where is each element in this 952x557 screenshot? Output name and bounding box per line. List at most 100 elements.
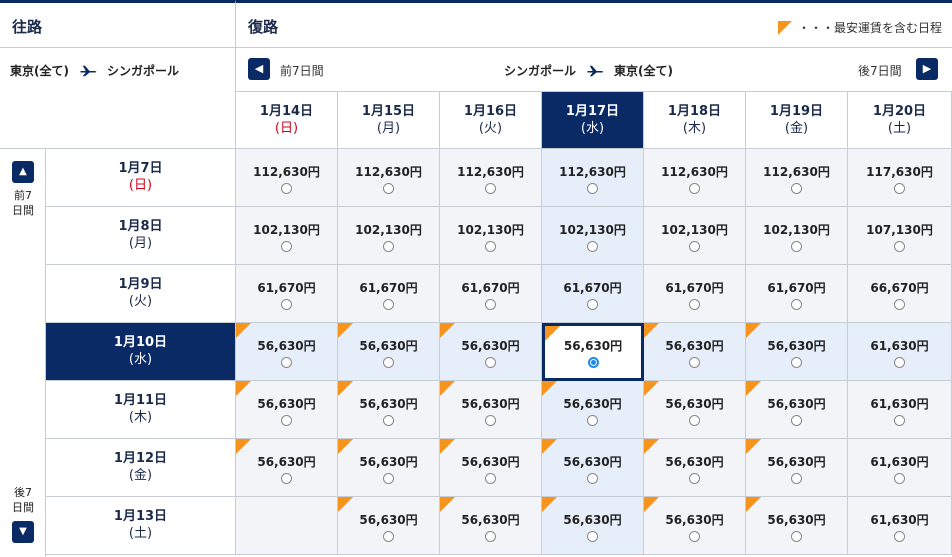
fare-radio[interactable]	[485, 241, 496, 252]
next-7-days-button[interactable]: ▶	[916, 58, 938, 80]
fare-cell[interactable]: 56,630円	[542, 381, 644, 439]
fare-cell[interactable]: 61,630円	[848, 381, 952, 439]
prev-7-days-up-button[interactable]: ▲	[12, 161, 34, 183]
prev-7-days-button[interactable]: ◀	[248, 58, 270, 80]
next-7-days-vertical-label[interactable]: 後7日間	[0, 485, 46, 515]
fare-cell[interactable]: 66,670円	[848, 265, 952, 323]
fare-radio[interactable]	[383, 531, 394, 542]
fare-radio[interactable]	[894, 473, 905, 484]
fare-cell[interactable]: 56,630円	[542, 497, 644, 555]
fare-cell[interactable]: 56,630円	[236, 381, 338, 439]
fare-cell[interactable]: 61,670円	[440, 265, 542, 323]
fare-radio[interactable]	[689, 357, 700, 368]
fare-cell[interactable]: 56,630円	[542, 323, 644, 381]
next-7-days-label[interactable]: 後7日間	[858, 62, 902, 79]
fare-radio[interactable]	[791, 357, 802, 368]
prev-7-days-vertical-label[interactable]: 前7日間	[0, 188, 46, 218]
fare-cell[interactable]: 112,630円	[440, 149, 542, 207]
fare-radio[interactable]	[689, 241, 700, 252]
fare-cell[interactable]: 56,630円	[746, 497, 848, 555]
fare-radio[interactable]	[791, 241, 802, 252]
fare-cell[interactable]: 102,130円	[236, 207, 338, 265]
fare-radio[interactable]	[894, 241, 905, 252]
fare-radio[interactable]	[894, 357, 905, 368]
fare-radio[interactable]	[894, 183, 905, 194]
fare-cell[interactable]: 61,630円	[848, 323, 952, 381]
fare-radio[interactable]	[894, 531, 905, 542]
fare-cell[interactable]: 56,630円	[338, 439, 440, 497]
fare-radio[interactable]	[587, 473, 598, 484]
fare-radio[interactable]	[485, 415, 496, 426]
fare-cell[interactable]: 56,630円	[440, 497, 542, 555]
fare-radio[interactable]	[587, 415, 598, 426]
fare-cell[interactable]: 112,630円	[338, 149, 440, 207]
fare-cell[interactable]: 56,630円	[746, 323, 848, 381]
fare-radio[interactable]	[383, 299, 394, 310]
fare-cell[interactable]: 56,630円	[338, 497, 440, 555]
fare-cell[interactable]: 61,670円	[338, 265, 440, 323]
fare-radio[interactable]	[791, 299, 802, 310]
fare-radio[interactable]	[281, 241, 292, 252]
fare-cell[interactable]: 107,130円	[848, 207, 952, 265]
fare-cell[interactable]: 112,630円	[236, 149, 338, 207]
fare-radio[interactable]	[587, 357, 599, 368]
fare-cell[interactable]: 56,630円	[236, 439, 338, 497]
fare-cell[interactable]: 56,630円	[644, 381, 746, 439]
fare-cell[interactable]: 56,630円	[338, 381, 440, 439]
fare-radio[interactable]	[894, 415, 905, 426]
fare-radio[interactable]	[689, 531, 700, 542]
fare-radio[interactable]	[485, 531, 496, 542]
fare-radio[interactable]	[281, 299, 292, 310]
prev-7-days-label[interactable]: 前7日間	[280, 62, 324, 79]
fare-cell[interactable]: 56,630円	[746, 381, 848, 439]
fare-cell[interactable]: 61,630円	[848, 439, 952, 497]
fare-cell[interactable]: 56,630円	[644, 439, 746, 497]
fare-radio[interactable]	[587, 299, 598, 310]
fare-cell[interactable]: 61,670円	[746, 265, 848, 323]
fare-cell[interactable]: 102,130円	[644, 207, 746, 265]
fare-cell[interactable]: 56,630円	[440, 323, 542, 381]
fare-radio[interactable]	[689, 473, 700, 484]
fare-radio[interactable]	[485, 357, 496, 368]
fare-radio[interactable]	[383, 473, 394, 484]
fare-cell[interactable]: 61,670円	[644, 265, 746, 323]
fare-cell[interactable]: 112,630円	[746, 149, 848, 207]
fare-cell[interactable]: 61,670円	[236, 265, 338, 323]
fare-radio[interactable]	[383, 183, 394, 194]
fare-radio[interactable]	[587, 531, 598, 542]
fare-cell[interactable]: 56,630円	[338, 323, 440, 381]
fare-cell[interactable]: 56,630円	[746, 439, 848, 497]
fare-radio[interactable]	[689, 415, 700, 426]
fare-radio[interactable]	[791, 183, 802, 194]
fare-radio[interactable]	[281, 473, 292, 484]
fare-cell[interactable]: 56,630円	[236, 323, 338, 381]
fare-radio[interactable]	[894, 299, 905, 310]
fare-radio[interactable]	[383, 357, 394, 368]
fare-cell[interactable]: 112,630円	[644, 149, 746, 207]
fare-radio[interactable]	[383, 241, 394, 252]
next-7-days-down-button[interactable]: ▼	[12, 521, 34, 543]
fare-cell[interactable]: 102,130円	[338, 207, 440, 265]
fare-cell[interactable]: 102,130円	[440, 207, 542, 265]
fare-radio[interactable]	[791, 473, 802, 484]
fare-radio[interactable]	[281, 357, 292, 368]
fare-cell[interactable]: 56,630円	[644, 323, 746, 381]
fare-radio[interactable]	[485, 183, 496, 194]
fare-radio[interactable]	[791, 531, 802, 542]
fare-radio[interactable]	[587, 183, 598, 194]
fare-radio[interactable]	[281, 183, 292, 194]
fare-radio[interactable]	[281, 415, 292, 426]
fare-radio[interactable]	[485, 299, 496, 310]
fare-radio[interactable]	[485, 473, 496, 484]
fare-cell[interactable]: 56,630円	[440, 439, 542, 497]
fare-cell[interactable]: 112,630円	[542, 149, 644, 207]
fare-cell[interactable]: 56,630円	[542, 439, 644, 497]
fare-radio[interactable]	[383, 415, 394, 426]
fare-radio[interactable]	[689, 299, 700, 310]
fare-cell[interactable]: 117,630円	[848, 149, 952, 207]
fare-radio[interactable]	[689, 183, 700, 194]
fare-cell[interactable]: 102,130円	[746, 207, 848, 265]
fare-cell[interactable]: 61,630円	[848, 497, 952, 555]
fare-radio[interactable]	[587, 241, 598, 252]
fare-cell[interactable]: 56,630円	[644, 497, 746, 555]
